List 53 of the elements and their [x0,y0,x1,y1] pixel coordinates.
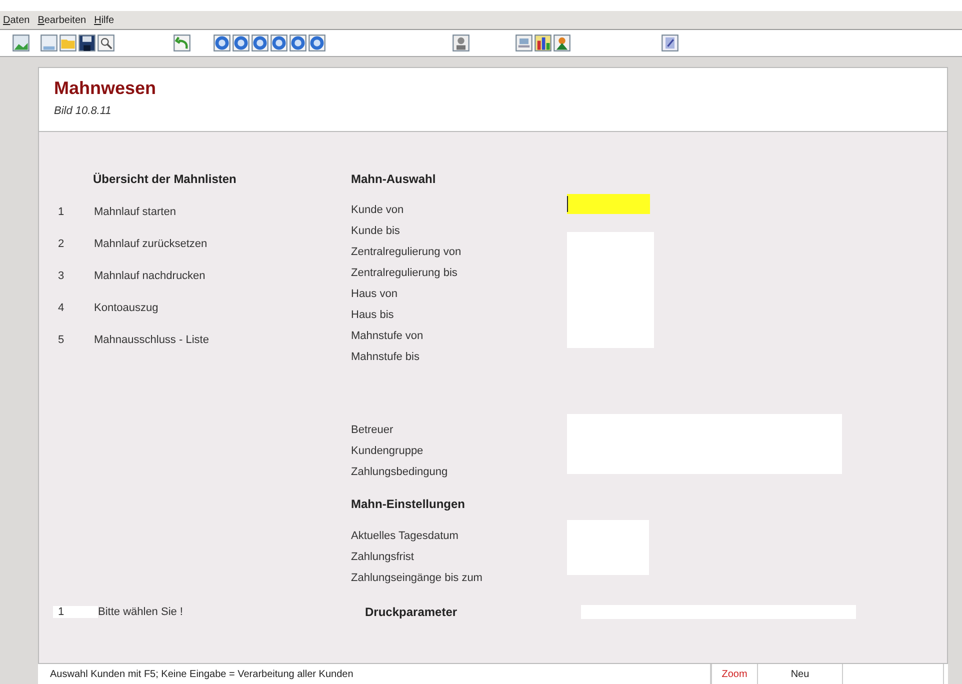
field-label: Zahlungseingänge bis zum [351,572,484,586]
menu-option[interactable]: Mahnlauf starten [94,206,176,238]
menu-option[interactable]: Mahnlauf nachdrucken [94,270,206,302]
field-label: Haus bis [351,309,395,323]
menu-option[interactable]: Mahnlauf zurücksetzen [94,238,208,270]
item-number: 1 [58,206,66,220]
field-label: Kunde von [351,204,405,218]
page-subtitle: Bild 10.8.11 [54,105,112,117]
menu-option[interactable]: Mahnausschluss - Liste [94,334,209,366]
navigation-icon[interactable] [308,33,326,53]
field-label: Betreuer [351,424,394,438]
field-label: Haus von [351,288,398,302]
section-heading: Übersicht der Mahnlisten [92,172,238,188]
status-message: Auswahl Kunden mit F5; Keine Eingabe = Verarbeitung aller Kunden [38,664,711,684]
pen-icon[interactable] [661,33,679,53]
section-heading: Mahn-Einstellungen [351,497,466,513]
navigation-icon[interactable] [232,33,250,53]
field-label: Kunde bis [351,225,401,239]
section-heading: Druckparameter [365,605,458,619]
navigation-icon[interactable] [213,33,231,53]
search-icon[interactable] [97,33,115,53]
item-number: 4 [58,302,66,316]
item-number: 3 [58,270,66,284]
item-number: 5 [58,334,66,348]
person-icon[interactable] [452,33,470,53]
field-label: Aktuelles Tagesdatum [351,530,460,544]
choice-field[interactable]: 1 [53,606,98,618]
navigation-icon[interactable] [251,33,269,53]
menu-item[interactable]: Daten [3,14,30,26]
menu-option[interactable]: Kontoauszug [94,302,158,334]
field-label: Zahlungsbedingung [351,466,449,480]
prompt-text: Bitte wählen Sie ! [98,606,183,618]
field-label: Mahnstufe von [351,330,424,344]
person-icon[interactable] [553,33,571,53]
status-zoom: Zoom [711,664,758,684]
field-label: Zahlungsfrist [351,551,415,565]
field-label: Zentralregulierung von [351,246,462,260]
input-field[interactable] [567,194,650,214]
save-icon[interactable] [78,33,96,53]
page-title: Mahnwesen [54,78,158,99]
field-label: Kundengruppe [351,445,424,459]
laptop-icon[interactable] [515,33,533,53]
section-heading: Mahn-Auswahl [351,172,437,188]
undo-icon[interactable] [173,33,191,53]
status-mode: Neu [758,664,843,684]
menu-item[interactable]: Hilfe [94,14,114,26]
item-number: 2 [58,238,66,252]
navigation-icon[interactable] [289,33,307,53]
field-label: Mahnstufe bis [351,351,420,365]
field-label: Zentralregulierung bis [351,267,458,281]
navigation-icon[interactable] [270,33,288,53]
bar-chart-icon[interactable] [534,33,552,53]
menu-item[interactable]: Bearbeiten [38,14,86,26]
